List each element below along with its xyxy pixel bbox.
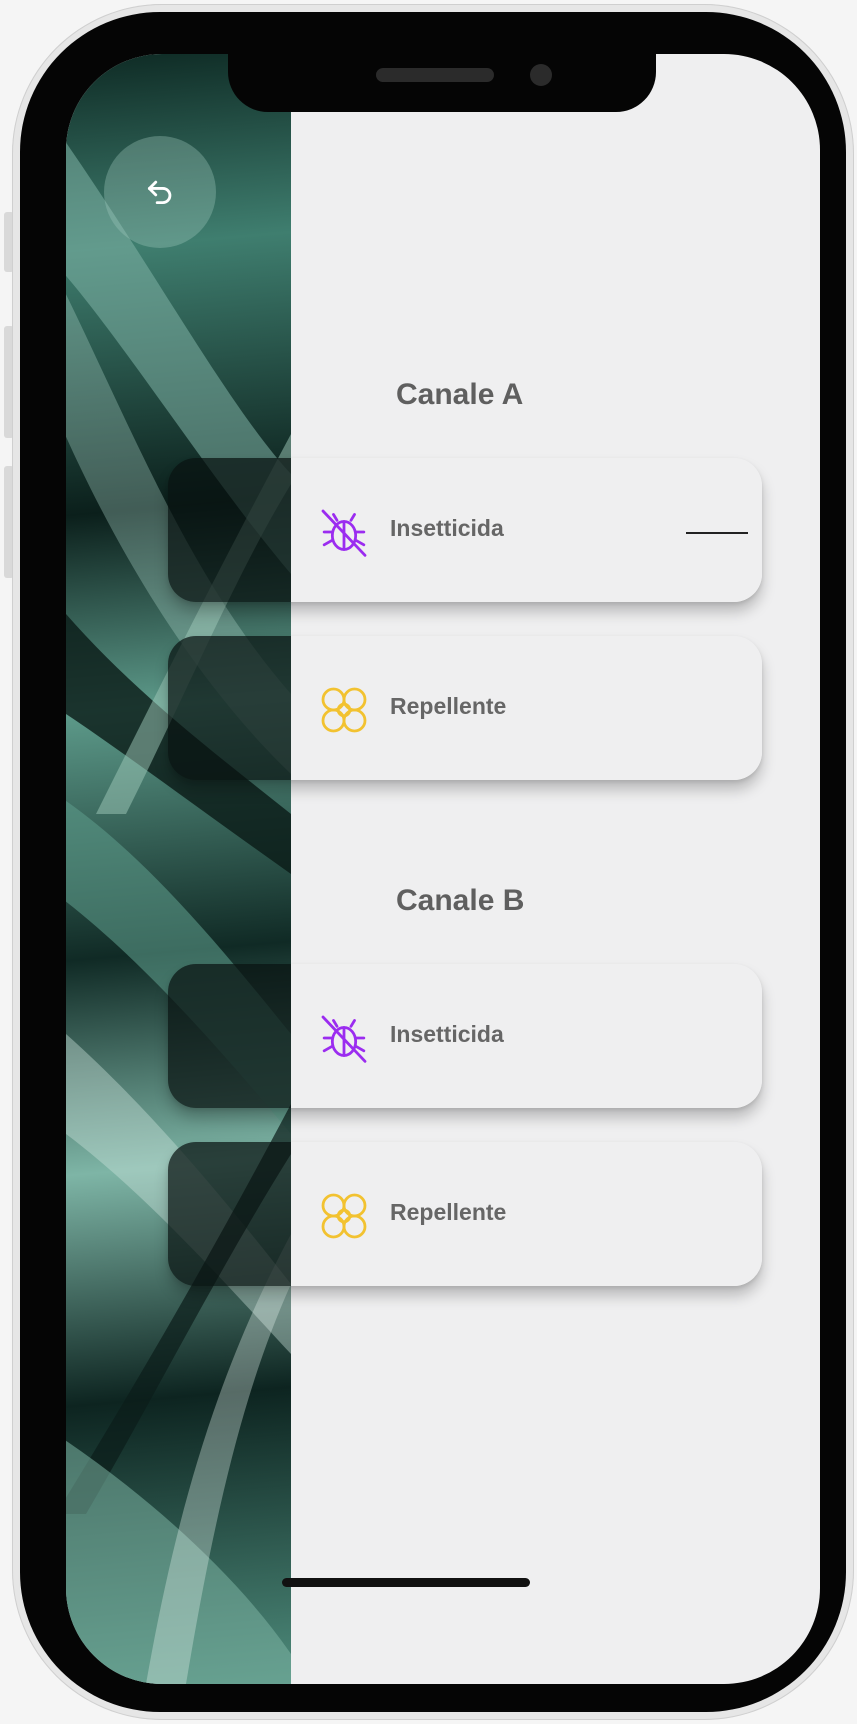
option-label: Insetticida	[390, 1021, 504, 1047]
option-card-a-repellente[interactable]: Repellente	[168, 636, 762, 780]
app-screen: Canale A Insetticida Repellente Canale B	[66, 54, 820, 1684]
option-label: Repellente	[390, 1199, 507, 1225]
undo-arrow-icon	[147, 180, 172, 205]
front-camera	[530, 64, 552, 86]
section-title-canale-a: Canale A	[396, 378, 524, 411]
no-bug-icon	[321, 1015, 367, 1063]
option-card-b-repellente[interactable]: Repellente	[168, 1142, 762, 1286]
option-card-a-insetticida[interactable]: Insetticida	[168, 458, 762, 602]
option-card-b-insetticida[interactable]: Insetticida	[168, 964, 762, 1108]
phone-notch	[228, 54, 656, 112]
annotation-pointer-line	[686, 532, 748, 534]
option-label: Insetticida	[390, 515, 504, 541]
home-indicator[interactable]	[282, 1578, 530, 1587]
section-title-canale-b: Canale B	[396, 884, 525, 917]
back-button[interactable]	[104, 136, 216, 248]
option-label: Repellente	[390, 693, 507, 719]
leaf-background-image	[66, 54, 291, 1684]
flower-icon	[321, 687, 367, 733]
flower-icon	[321, 1193, 367, 1239]
no-bug-icon	[321, 509, 367, 557]
speaker-grille	[376, 68, 494, 82]
